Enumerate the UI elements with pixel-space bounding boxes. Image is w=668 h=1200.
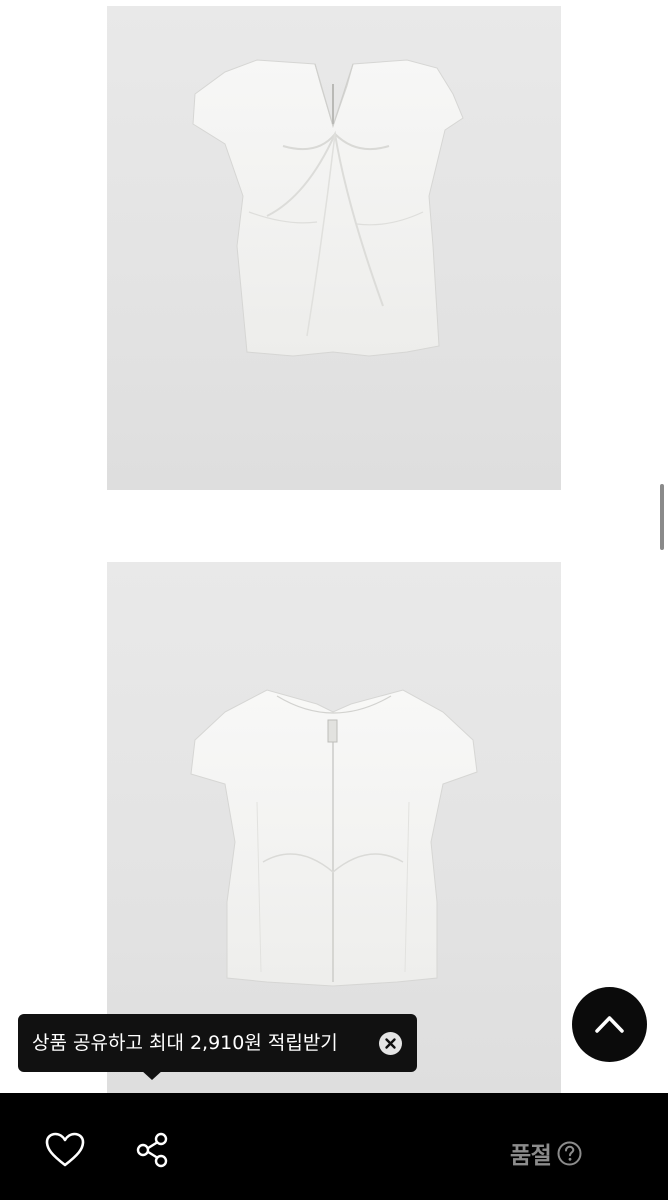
soldout-status: 품절: [510, 1136, 582, 1170]
tooltip-text: 상품 공유하고 최대 2,910원 적립받기: [32, 1032, 338, 1054]
tooltip-arrow: [141, 1070, 163, 1080]
scrollbar-thumb[interactable]: [660, 484, 664, 550]
soldout-label: 품절: [510, 1143, 552, 1169]
chevron-up-icon: [595, 1016, 624, 1033]
like-button[interactable]: [44, 1131, 86, 1169]
share-button[interactable]: [134, 1131, 172, 1169]
product-image-front: [107, 6, 561, 490]
scroll-to-top-button[interactable]: [572, 987, 647, 1062]
blouse-front-illustration: [192, 59, 464, 357]
product-detail-page: 상품 공유하고 최대 2,910원 적립받기 품절: [0, 0, 668, 1200]
share-reward-tooltip: 상품 공유하고 최대 2,910원 적립받기: [18, 1014, 417, 1080]
bottom-action-bar: 품절: [0, 1093, 668, 1200]
heart-icon: [45, 1132, 85, 1167]
close-icon[interactable]: [379, 1032, 402, 1055]
question-icon[interactable]: [557, 1141, 582, 1166]
share-icon: [136, 1132, 168, 1168]
